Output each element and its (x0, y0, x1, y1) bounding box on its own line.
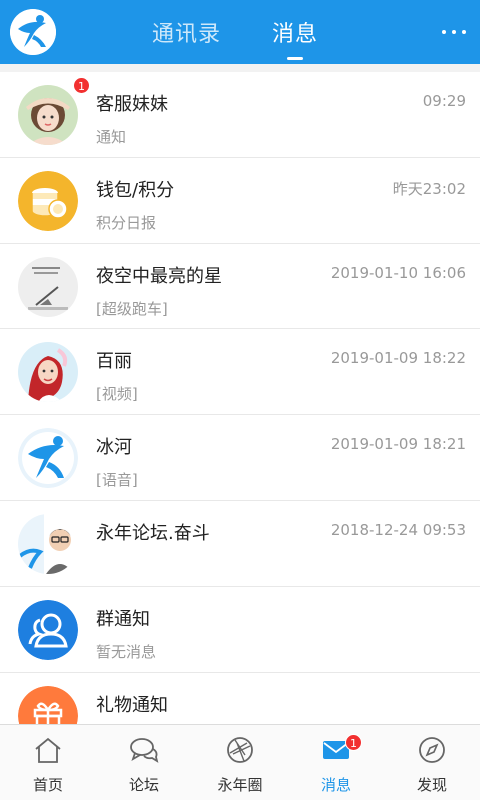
nav-messages[interactable]: 1 消息 (288, 725, 384, 800)
chat-bubbles-icon (129, 735, 159, 765)
message-time: 2018-12-24 09:53 (330, 520, 466, 539)
compass-icon (417, 735, 447, 765)
message-time: 昨天23:02 (392, 179, 466, 198)
nav-home[interactable]: 首页 (0, 725, 96, 800)
message-preview: [视频] (96, 385, 138, 404)
message-row[interactable]: 1 客服妹妹 通知 09:29 (0, 72, 480, 158)
nav-label: 永年圈 (217, 776, 263, 794)
message-preview: 暂无消息 (96, 642, 157, 661)
group-icon (18, 599, 78, 660)
contact-name: 百丽 (96, 351, 132, 373)
message-preview: 积分日报 (96, 213, 157, 232)
contact-name: 礼物通知 (96, 694, 168, 716)
message-row[interactable]: 夜空中最亮的星 [超级跑车] 2019-01-10 16:06 (0, 243, 480, 330)
aperture-icon (225, 735, 255, 765)
contact-name: 钱包/积分 (96, 179, 175, 201)
nav-label: 论坛 (128, 776, 159, 794)
message-time: 2019-01-10 16:06 (330, 263, 466, 282)
tab-contacts[interactable]: 通讯录 (152, 16, 221, 48)
message-time: 2019-01-09 18:21 (330, 435, 466, 454)
nav-discover[interactable]: 发现 (384, 725, 480, 800)
message-row[interactable]: 永年论坛.奋斗 2018-12-24 09:53 (0, 500, 480, 587)
app-header: 通讯录 消息 (0, 0, 480, 64)
avatar (18, 342, 78, 403)
avatar (18, 513, 78, 574)
unread-badge: 1 (345, 734, 362, 751)
active-tab-indicator (287, 57, 303, 60)
header-tabs: 通讯录 消息 (0, 0, 480, 64)
more-options-icon[interactable] (440, 20, 468, 44)
nav-label: 首页 (32, 776, 63, 794)
avatar (18, 85, 78, 145)
message-row[interactable]: 百丽 [视频] 2019-01-09 18:22 (0, 329, 480, 416)
nav-label: 消息 (320, 776, 351, 794)
avatar (18, 256, 78, 317)
message-row[interactable]: 钱包/积分 积分日报 昨天23:02 (0, 157, 480, 244)
tab-messages[interactable]: 消息 (272, 16, 318, 48)
contact-name: 冰河 (96, 437, 132, 459)
message-time: 09:29 (422, 92, 466, 110)
message-row[interactable]: 冰河 [语音] 2019-01-09 18:21 (0, 415, 480, 501)
message-preview: [语音] (96, 471, 138, 490)
contact-name: 客服妹妹 (96, 94, 168, 115)
message-row[interactable]: 礼物通知 (0, 672, 480, 724)
message-preview: 通知 (96, 128, 127, 146)
home-icon (33, 735, 63, 765)
unread-badge: 1 (73, 77, 90, 94)
nav-label: 发现 (416, 776, 447, 794)
bottom-nav: 首页 论坛 永年圈 1 消息 发现 (0, 724, 480, 800)
contact-name: 群通知 (96, 608, 150, 630)
nav-circle[interactable]: 永年圈 (192, 725, 288, 800)
gift-icon (18, 685, 78, 724)
message-row[interactable]: 群通知 暂无消息 (0, 586, 480, 673)
message-preview: [超级跑车] (96, 299, 168, 318)
message-time: 2019-01-09 18:22 (330, 349, 466, 368)
nav-forum[interactable]: 论坛 (96, 725, 192, 800)
message-list: 1 客服妹妹 通知 09:29 钱包/积分 积分日报 昨天23:02 夜空中最亮… (0, 72, 480, 724)
runner-logo-icon (18, 428, 78, 489)
coins-icon (18, 170, 78, 231)
contact-name: 夜空中最亮的星 (96, 265, 222, 287)
contact-name: 永年论坛.奋斗 (96, 522, 210, 544)
